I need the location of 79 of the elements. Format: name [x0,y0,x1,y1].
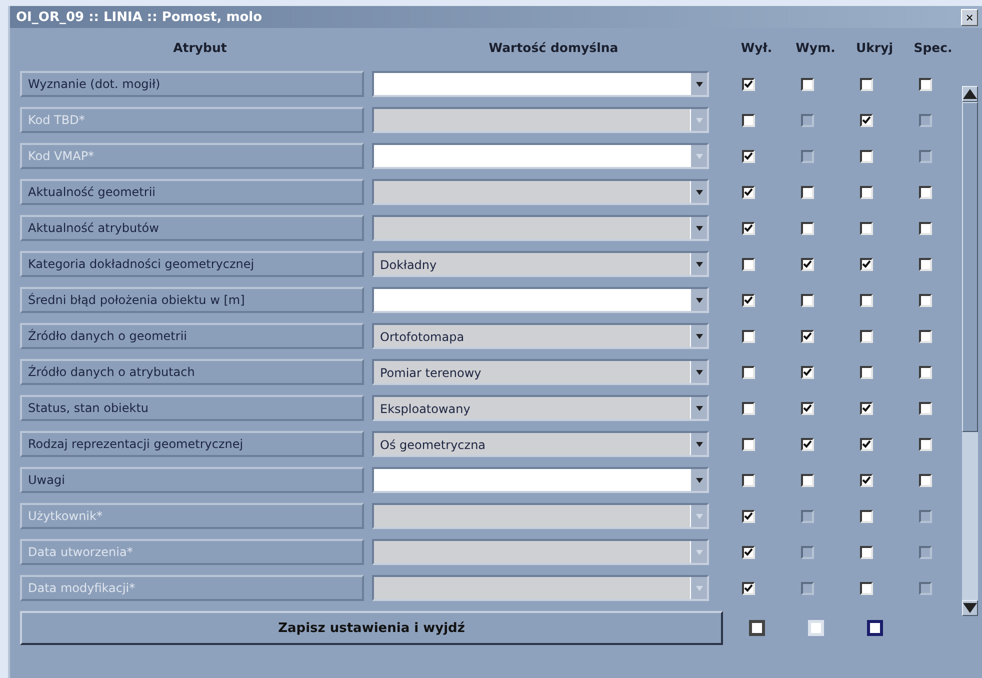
checkbox[interactable] [918,186,932,198]
attribute-label: Aktualność geometrii [20,179,364,205]
checkbox[interactable] [801,258,814,270]
checkbox[interactable] [860,366,873,378]
checkbox[interactable] [742,402,755,414]
column-header: Ukryj [854,40,894,54]
checkbox[interactable] [742,258,755,270]
checkbox[interactable] [801,402,814,414]
checkbox[interactable] [742,438,755,450]
column-header: Spec. [912,40,954,54]
checkbox[interactable] [748,620,764,636]
checkbox[interactable] [742,222,755,234]
checkbox[interactable] [801,222,814,234]
checkbox[interactable] [918,330,932,342]
checkbox[interactable] [918,366,932,378]
checkbox[interactable] [742,78,755,90]
close-button[interactable]: × [961,8,978,26]
attribute-label: Kod TBD* [20,107,364,133]
checkbox[interactable] [801,294,814,306]
value-dropdown[interactable]: Eksploatowany [372,395,709,421]
checkbox[interactable] [801,366,814,378]
column-header: Wartość domyślna [488,40,620,54]
value-dropdown[interactable] [372,467,709,493]
checkbox[interactable] [801,438,814,450]
checkbox[interactable] [918,402,932,414]
scroll-down-icon[interactable] [962,600,978,616]
attribute-label: Uwagi [20,467,364,493]
attribute-label: Data utworzenia* [20,539,364,565]
value-dropdown[interactable]: Ortofotomapa [372,323,709,349]
checkbox[interactable] [860,258,873,270]
checkbox[interactable] [918,294,932,306]
checkbox[interactable] [801,78,814,90]
checkbox[interactable] [918,78,932,90]
attribute-label: Data modyfikacji* [20,575,364,601]
checkbox[interactable] [860,294,873,306]
window-title: OI_OR_09 :: LINIA :: Pomost, molo [16,10,262,24]
attribute-label: Rodzaj reprezentacji geometrycznej [20,431,364,457]
value-dropdown[interactable]: Pomiar terenowy [372,359,709,385]
checkbox[interactable] [860,78,873,90]
checkbox[interactable] [918,438,932,450]
column-header: Wył. [740,40,774,54]
attribute-label: Wyznanie (dot. mogił) [20,71,364,97]
scrollbar[interactable] [962,86,978,616]
checkbox[interactable] [801,474,814,486]
value-dropdown[interactable] [372,179,709,205]
checkbox[interactable] [860,330,873,342]
checkbox[interactable] [860,438,873,450]
checkbox[interactable] [860,186,873,198]
checkbox[interactable] [866,620,882,636]
checkbox[interactable] [918,258,932,270]
checkbox[interactable] [742,294,755,306]
value-dropdown[interactable]: Oś geometryczna [372,431,709,457]
attribute-label: Kod VMAP* [20,143,364,169]
checkbox[interactable] [742,330,755,342]
value-dropdown[interactable] [372,215,709,241]
checkbox[interactable] [742,186,755,198]
checkbox[interactable] [742,366,755,378]
column-header: Atrybut [172,40,228,54]
checkbox[interactable] [801,186,814,198]
scroll-up-icon[interactable] [962,86,978,102]
checkbox[interactable] [742,474,755,486]
attribute-label: Użytkownik* [20,503,364,529]
value-dropdown[interactable] [372,71,709,97]
checkbox[interactable] [860,222,873,234]
save-button[interactable]: Zapisz ustawienia i wyjdź [20,611,723,645]
attribute-label: Aktualność atrybutów [20,215,364,241]
value-dropdown[interactable]: Dokładny [372,251,709,277]
attribute-label: Źródło danych o geometrii [20,323,364,349]
value-dropdown[interactable] [372,287,709,313]
attribute-label: Źródło danych o atrybutach [20,359,364,385]
column-header: Wym. [794,40,836,54]
checkbox[interactable] [801,330,814,342]
attribute-label: Kategoria dokładności geometrycznej [20,251,364,277]
checkbox[interactable] [860,474,873,486]
checkbox[interactable] [918,222,932,234]
attribute-label: Status, stan obiektu [20,395,364,421]
attribute-label: Średni błąd położenia obiektu w [m] [20,287,364,313]
checkbox[interactable] [918,474,932,486]
checkbox[interactable] [860,402,873,414]
